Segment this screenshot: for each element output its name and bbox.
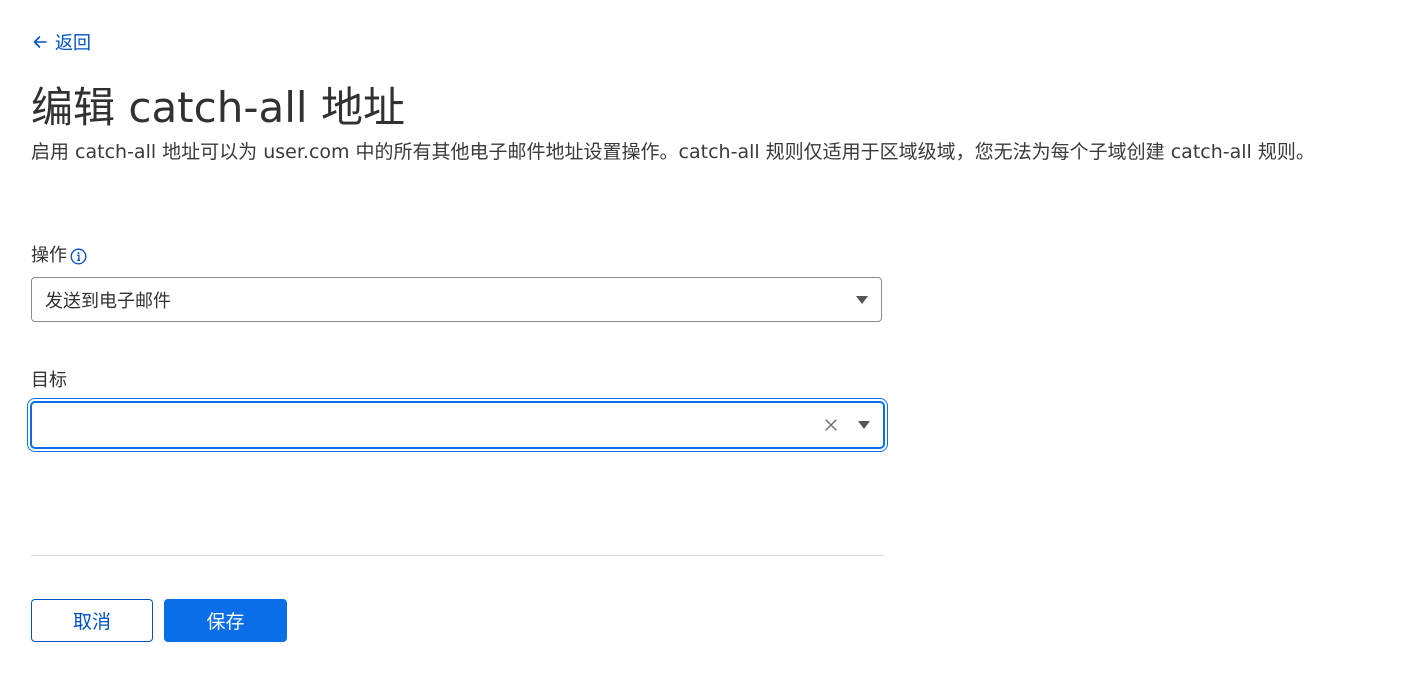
target-select[interactable] [30,401,885,449]
action-field-label: 操作 [31,243,87,269]
target-label-text: 目标 [31,370,67,391]
action-label-text: 操作 [31,245,67,266]
info-icon[interactable] [70,248,87,265]
cancel-button[interactable]: 取消 [31,599,153,642]
action-select-value: 发送到电子邮件 [45,290,171,312]
close-icon[interactable] [824,418,838,432]
back-link[interactable]: 返回 [31,29,91,55]
arrow-left-icon [33,36,47,48]
page-description: 启用 catch-all 地址可以为 user.com 中的所有其他电子邮件地址… [31,141,1315,163]
back-link-label: 返回 [55,33,91,54]
form-divider [31,555,884,556]
edit-catch-all-page: 返回 编辑 catch-all 地址 启用 catch-all 地址可以为 us… [0,0,1402,673]
caret-down-icon [858,421,870,429]
save-button[interactable]: 保存 [164,599,287,642]
page-title: 编辑 catch-all 地址 [31,83,405,132]
caret-down-icon [856,295,868,304]
action-select[interactable]: 发送到电子邮件 [31,277,882,322]
target-field-label: 目标 [31,368,67,394]
